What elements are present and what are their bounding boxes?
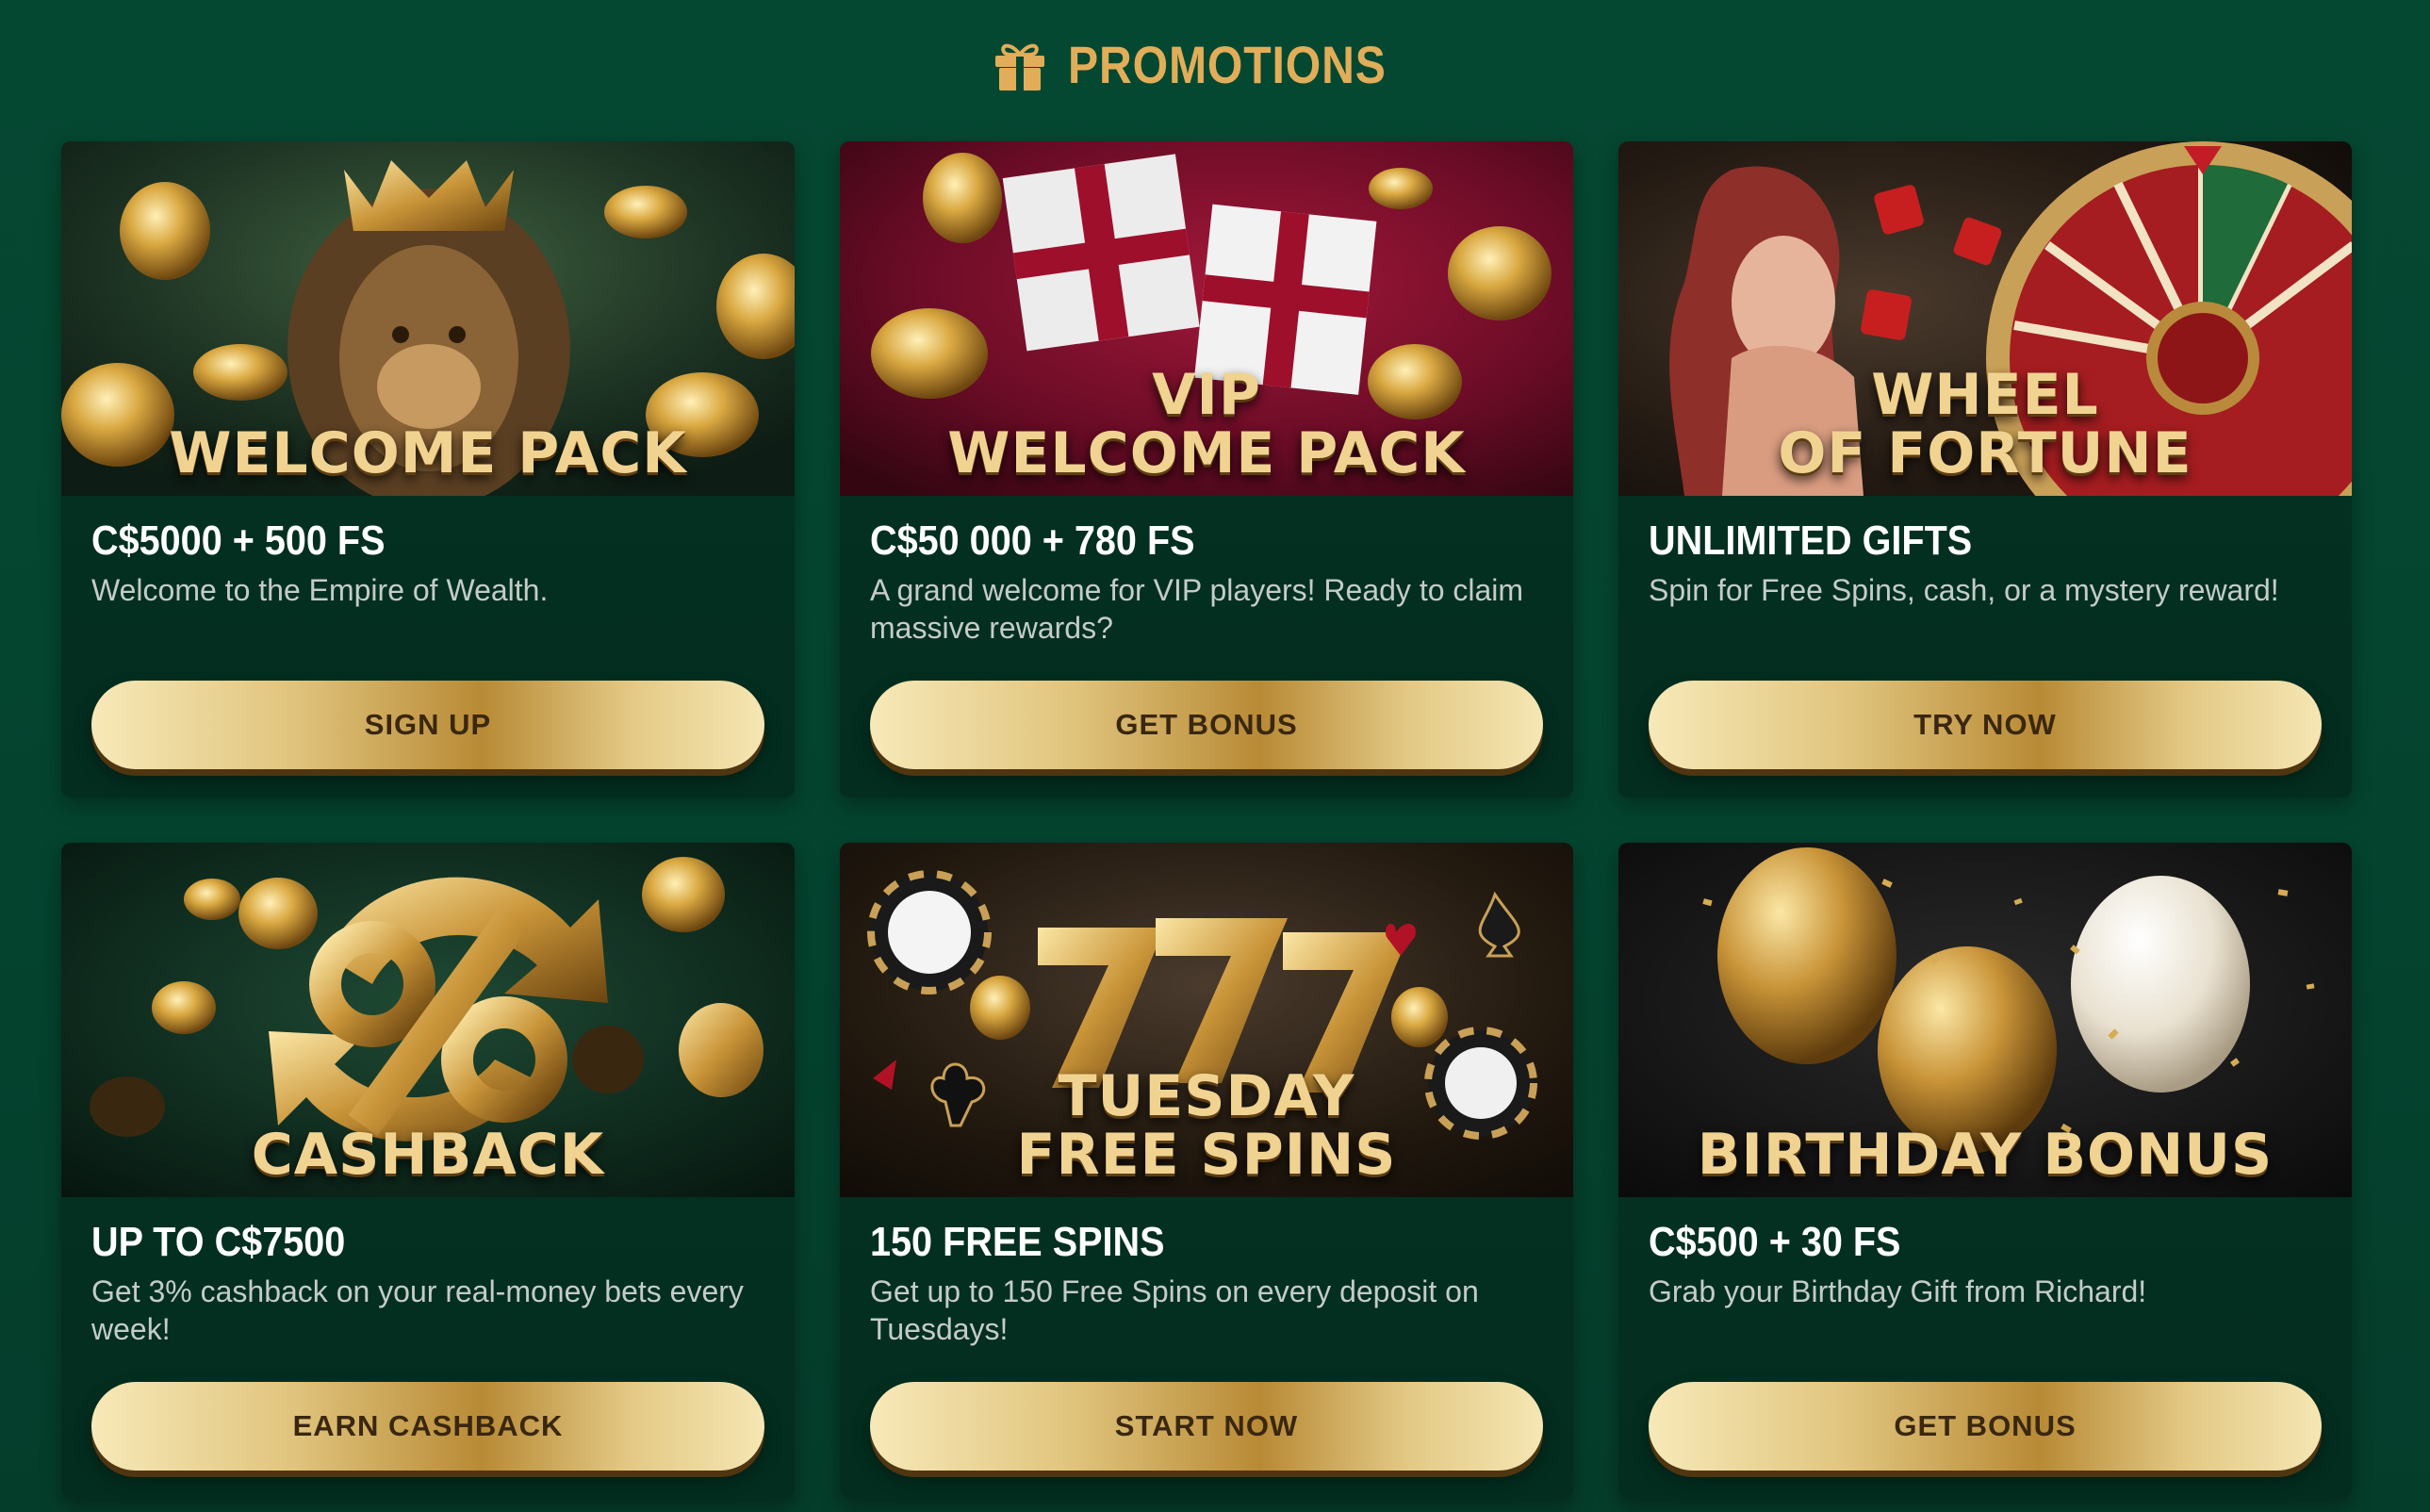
promo-card-vip-welcome-pack: VIP WELCOME PACK C$50 000 + 780 FS A gra… bbox=[840, 141, 1573, 797]
promo-description: Grab your Birthday Gift from Richard! bbox=[1649, 1274, 2147, 1308]
promo-description: A grand welcome for VIP players! Ready t… bbox=[870, 573, 1524, 645]
earn-cashback-button[interactable]: EARN CASHBACK bbox=[91, 1382, 764, 1471]
promo-body: 150 FREE SPINS Get up to 150 Free Spins … bbox=[840, 1197, 1573, 1406]
promo-body: UP TO C$7500 Get 3% cashback on your rea… bbox=[61, 1197, 795, 1406]
try-now-button[interactable]: TRY NOW bbox=[1649, 681, 2322, 769]
promo-description: Welcome to the Empire of Wealth. bbox=[91, 573, 549, 607]
sign-up-button[interactable]: SIGN UP bbox=[91, 681, 764, 769]
promo-card-welcome-pack: WELCOME PACK C$5000 + 500 FS Welcome to … bbox=[61, 141, 795, 797]
promo-description: Get 3% cashback on your real-money bets … bbox=[91, 1274, 744, 1346]
get-bonus-button[interactable]: GET BONUS bbox=[1649, 1382, 2322, 1471]
promo-body: C$5000 + 500 FS Welcome to the Empire of… bbox=[61, 496, 795, 705]
promo-description: Spin for Free Spins, cash, or a mystery … bbox=[1649, 573, 2279, 607]
banner-title: CASHBACK bbox=[251, 1122, 605, 1188]
promotions-grid: WELCOME PACK C$5000 + 500 FS Welcome to … bbox=[61, 141, 2352, 1499]
get-bonus-button[interactable]: GET BONUS bbox=[870, 681, 1543, 769]
promo-heading: C$500 + 30 FS bbox=[1649, 1219, 1901, 1265]
promo-image-birthday-bonus: BIRTHDAY BONUS bbox=[1618, 843, 2352, 1197]
promo-card-wheel-of-fortune: WHEEL OF FORTUNE UNLIMITED GIFTS Spin fo… bbox=[1618, 141, 2352, 797]
promo-image-welcome-pack: WELCOME PACK bbox=[61, 141, 795, 496]
gift-icon bbox=[994, 43, 1044, 90]
promo-card-tuesday-free-spins: TUESDAY FREE SPINS 150 FREE SPINS Get up… bbox=[840, 843, 1573, 1499]
banner-title: TUESDAY FREE SPINS bbox=[1016, 1063, 1397, 1188]
promotions-header: PROMOTIONS bbox=[0, 34, 2430, 95]
promo-heading: C$5000 + 500 FS bbox=[91, 518, 386, 564]
banner-title: BIRTHDAY BONUS bbox=[1697, 1122, 2274, 1188]
promo-description: Get up to 150 Free Spins on every deposi… bbox=[870, 1274, 1479, 1346]
promo-heading: 150 FREE SPINS bbox=[870, 1219, 1165, 1265]
promo-heading: UNLIMITED GIFTS bbox=[1649, 518, 1973, 564]
promo-image-wheel-of-fortune: WHEEL OF FORTUNE bbox=[1618, 141, 2352, 496]
promo-heading: C$50 000 + 780 FS bbox=[870, 518, 1195, 564]
promo-heading: UP TO C$7500 bbox=[91, 1219, 346, 1265]
start-now-button[interactable]: START NOW bbox=[870, 1382, 1543, 1471]
promo-card-birthday-bonus: BIRTHDAY BONUS C$500 + 30 FS Grab your B… bbox=[1618, 843, 2352, 1499]
banner-title: WHEEL OF FORTUNE bbox=[1778, 362, 2192, 486]
banner-title: WELCOME PACK bbox=[169, 420, 687, 486]
promo-image-tuesday-free-spins: TUESDAY FREE SPINS bbox=[840, 843, 1573, 1197]
banner-title: VIP WELCOME PACK bbox=[947, 362, 1466, 486]
promo-body: C$500 + 30 FS Grab your Birthday Gift fr… bbox=[1618, 1197, 2352, 1406]
promo-image-vip-welcome-pack: VIP WELCOME PACK bbox=[840, 141, 1573, 496]
promo-image-cashback: CASHBACK bbox=[61, 843, 795, 1197]
promo-card-cashback: CASHBACK UP TO C$7500 Get 3% cashback on… bbox=[61, 843, 795, 1499]
promo-body: C$50 000 + 780 FS A grand welcome for VI… bbox=[840, 496, 1573, 705]
section-title: PROMOTIONS bbox=[1067, 35, 1387, 94]
promo-body: UNLIMITED GIFTS Spin for Free Spins, cas… bbox=[1618, 496, 2352, 705]
